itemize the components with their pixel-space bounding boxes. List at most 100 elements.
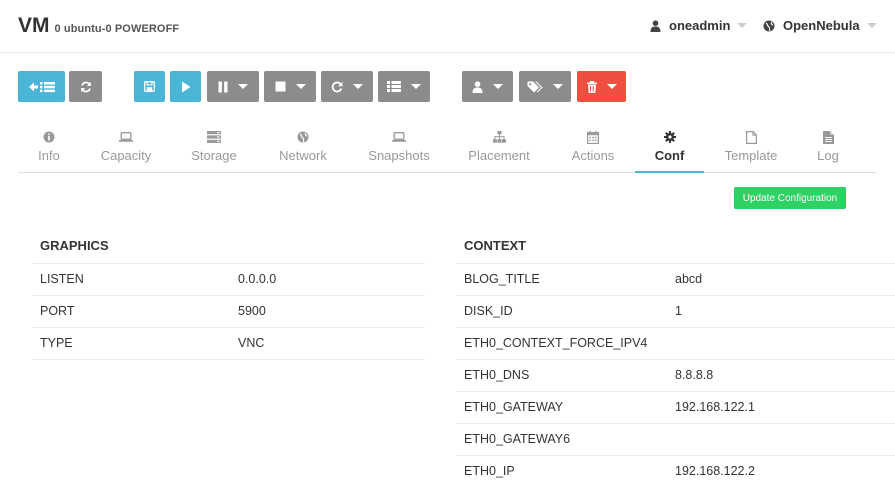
calendar-icon — [587, 130, 599, 144]
page-title: VM 0 ubuntu-0 POWEROFF — [18, 14, 179, 38]
stop-menu-button[interactable] — [264, 71, 316, 102]
context-key: DISK_ID — [464, 304, 513, 318]
page-title-main: VM — [18, 14, 50, 37]
tab-template-label: Template — [724, 148, 778, 163]
chevron-down-icon — [493, 84, 503, 89]
user-name: oneadmin — [669, 18, 731, 33]
tab-capacity[interactable]: Capacity — [88, 125, 164, 173]
tab-info[interactable]: Info — [18, 125, 80, 173]
header: VM 0 ubuntu-0 POWEROFF oneadmin OpenNebu… — [0, 0, 895, 53]
refresh-button[interactable] — [69, 71, 102, 102]
file-icon — [745, 130, 757, 144]
delete-menu-button[interactable] — [577, 71, 626, 102]
graphics-value: 0.0.0.0 — [238, 272, 277, 286]
tab-log[interactable]: Log — [804, 125, 852, 173]
back-list-icon — [28, 81, 55, 92]
table-row: ETH0_IP 192.168.122.2 — [456, 455, 895, 487]
table-row: ETH0_DNS 8.8.8.8 — [456, 359, 895, 391]
context-value: 8.8.8.8 — [675, 368, 714, 382]
chevron-down-icon — [411, 84, 421, 89]
pause-menu-button[interactable] — [207, 71, 259, 102]
context-key: ETH0_DNS — [464, 368, 530, 382]
globe-icon — [297, 131, 309, 143]
user-icon — [472, 80, 483, 93]
play-button[interactable] — [170, 71, 201, 102]
tab-info-label: Info — [38, 148, 60, 163]
tab-storage[interactable]: Storage — [179, 125, 249, 173]
tags-icon — [527, 81, 543, 92]
chevron-down-icon — [737, 23, 748, 28]
tab-placement-label: Placement — [468, 148, 530, 163]
graphics-key: LISTEN — [40, 272, 84, 286]
chevron-down-icon — [353, 84, 363, 89]
list-icon — [387, 81, 401, 92]
table-row: DISK_ID 1 — [456, 295, 895, 327]
chevron-down-icon — [553, 84, 563, 89]
table-row: TYPE VNC — [32, 327, 425, 360]
owner-menu-button[interactable] — [462, 71, 513, 102]
context-value: 1 — [675, 304, 682, 318]
table-row: ETH0_CONTEXT_FORCE_IPV4 — [456, 327, 895, 359]
back-to-list-button[interactable] — [18, 71, 65, 102]
refresh-icon — [80, 81, 91, 92]
sitemap-icon — [492, 131, 506, 143]
tab-bar: Info Capacity Storage Network Snapshots … — [18, 125, 876, 173]
info-icon — [43, 131, 55, 143]
table-row: LISTEN 0.0.0.0 — [32, 263, 425, 295]
context-key: ETH0_GATEWAY — [464, 400, 564, 414]
globe-icon — [763, 20, 775, 31]
user-icon — [650, 19, 661, 32]
laptop-icon — [119, 132, 133, 142]
tab-actions-label: Actions — [571, 148, 615, 163]
tab-network-label: Network — [279, 148, 327, 163]
update-configuration-button[interactable]: Update Configuration — [734, 187, 846, 209]
file-text-icon — [822, 130, 834, 144]
tab-network[interactable]: Network — [265, 125, 341, 173]
tab-snapshots-label: Snapshots — [368, 148, 430, 163]
tab-actions[interactable]: Actions — [558, 125, 628, 173]
context-key: ETH0_IP — [464, 464, 515, 478]
context-key: ETH0_CONTEXT_FORCE_IPV4 — [464, 336, 648, 350]
context-value: 192.168.122.1 — [675, 400, 755, 414]
tab-snapshots[interactable]: Snapshots — [356, 125, 442, 173]
graphics-key: PORT — [40, 304, 75, 318]
context-key: ETH0_GATEWAY6 — [464, 432, 571, 446]
chevron-down-icon — [606, 84, 617, 89]
save-button[interactable] — [134, 71, 165, 102]
table-row: ETH0_GATEWAY 192.168.122.1 — [456, 391, 895, 423]
zone-menu[interactable]: OpenNebula — [763, 18, 877, 33]
context-title: CONTEXT — [464, 238, 527, 253]
stop-icon — [275, 81, 285, 92]
table-row: ETH0_GATEWAY6 — [456, 423, 895, 455]
tab-placement[interactable]: Placement — [459, 125, 539, 173]
labels-menu-button[interactable] — [519, 71, 571, 102]
context-value: abcd — [675, 272, 703, 286]
tab-template[interactable]: Template — [714, 125, 788, 173]
save-icon — [144, 81, 155, 92]
list-menu-button[interactable] — [378, 71, 430, 102]
page-title-subtitle: 0 ubuntu-0 POWEROFF — [54, 23, 180, 35]
graphics-title: GRAPHICS — [40, 238, 109, 253]
graphics-key: TYPE — [40, 336, 73, 350]
storage-icon — [207, 131, 221, 143]
laptop-icon — [392, 132, 406, 142]
chevron-down-icon — [295, 84, 306, 89]
zone-name: OpenNebula — [783, 18, 860, 33]
table-row: PORT 5900 — [32, 295, 425, 327]
tab-log-label: Log — [817, 148, 839, 163]
tab-storage-label: Storage — [191, 148, 237, 163]
context-value: 192.168.122.2 — [675, 464, 755, 478]
repeat-icon — [331, 81, 343, 92]
table-row: BLOG_TITLE abcd — [456, 263, 895, 295]
pause-icon — [218, 81, 228, 92]
tab-capacity-label: Capacity — [100, 148, 152, 163]
chevron-down-icon — [238, 84, 248, 89]
graphics-value: 5900 — [238, 304, 266, 318]
reboot-menu-button[interactable] — [321, 71, 373, 102]
gear-icon — [663, 131, 676, 143]
tab-conf-label: Conf — [654, 148, 685, 163]
user-menu[interactable]: oneadmin — [650, 18, 748, 33]
graphics-value: VNC — [238, 336, 265, 350]
tab-conf[interactable]: Conf — [635, 125, 704, 173]
trash-icon — [586, 80, 597, 93]
